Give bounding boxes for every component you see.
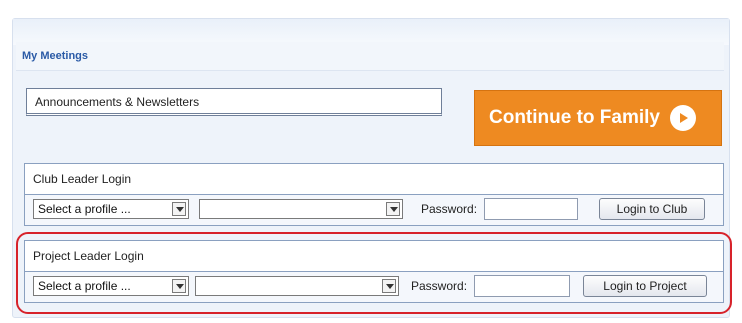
- club-leader-login-body: Select a profile ... Password: Login to …: [25, 195, 723, 225]
- club-leader-login-header: Club Leader Login: [25, 164, 723, 195]
- announcements-tab[interactable]: Announcements & Newsletters: [26, 88, 442, 116]
- chevron-down-icon: [382, 279, 396, 293]
- meetings-row: My Meetings: [16, 42, 724, 71]
- project-profile-select[interactable]: Select a profile ...: [33, 276, 189, 296]
- project-name-select[interactable]: [195, 276, 399, 296]
- project-password-input[interactable]: [474, 275, 570, 297]
- announcements-label: Announcements & Newsletters: [35, 95, 200, 109]
- project-leader-login-header: Project Leader Login: [25, 241, 723, 272]
- login-to-club-button[interactable]: Login to Club: [599, 198, 705, 220]
- chevron-down-icon: [172, 279, 186, 293]
- project-password-label: Password:: [411, 279, 468, 293]
- club-profile-select-value: Select a profile ...: [38, 202, 131, 216]
- continue-to-family-button[interactable]: Continue to Family: [474, 90, 722, 146]
- play-circle-icon: [670, 105, 696, 131]
- project-leader-login-title: Project Leader Login: [33, 249, 144, 263]
- project-profile-select-value: Select a profile ...: [38, 279, 131, 293]
- project-leader-login-body: Select a profile ... Password: Login to …: [25, 272, 723, 302]
- club-leader-login-title: Club Leader Login: [33, 172, 132, 186]
- my-meetings-link[interactable]: My Meetings: [22, 50, 88, 62]
- login-to-project-button[interactable]: Login to Project: [583, 275, 707, 297]
- club-password-input[interactable]: [484, 198, 578, 220]
- club-leader-login-section: Club Leader Login Select a profile ... P…: [24, 163, 724, 226]
- chevron-down-icon: [172, 202, 186, 216]
- club-name-select[interactable]: [199, 199, 403, 219]
- project-leader-login-section: Project Leader Login Select a profile ..…: [24, 240, 724, 303]
- club-profile-select[interactable]: Select a profile ...: [33, 199, 189, 219]
- chevron-down-icon: [386, 202, 400, 216]
- club-password-label: Password:: [421, 202, 478, 216]
- continue-to-family-label: Continue to Family: [489, 107, 660, 128]
